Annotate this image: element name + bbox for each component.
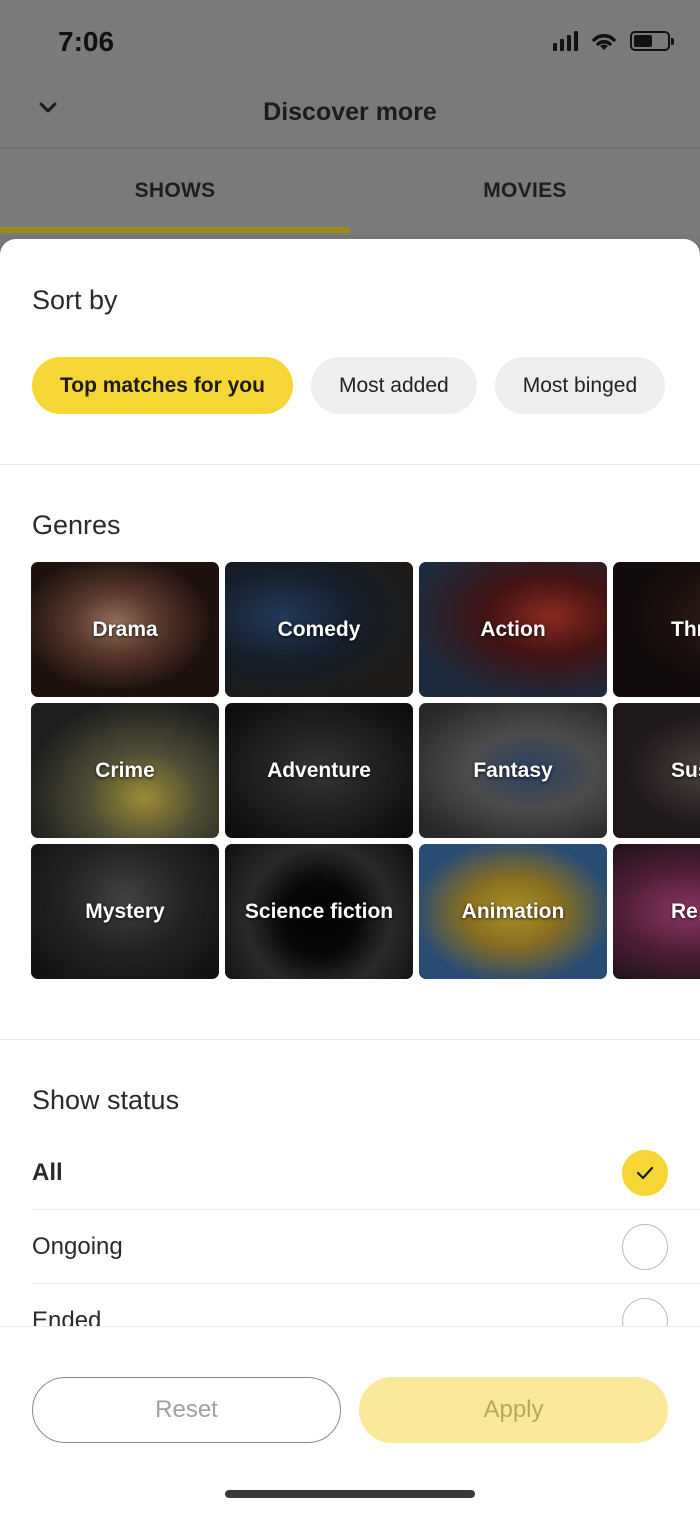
- sort-chip-top-matches[interactable]: Top matches for you: [32, 357, 293, 414]
- wifi-icon: [592, 34, 616, 50]
- sheet-footer: Reset Apply: [0, 1326, 700, 1514]
- status-option-ongoing[interactable]: Ongoing: [32, 1210, 700, 1284]
- genre-tile-adventure[interactable]: Adventure: [225, 703, 413, 838]
- status-option-all[interactable]: All: [32, 1136, 700, 1210]
- status-option-label: All: [32, 1158, 63, 1186]
- status-time: 7:06: [58, 26, 115, 57]
- genre-label: Re: [671, 899, 698, 923]
- genre-label: Susp: [671, 758, 700, 782]
- divider: [0, 1039, 700, 1040]
- genre-label: Science fiction: [244, 899, 394, 923]
- sort-chip-most-binged[interactable]: Most binged: [494, 357, 666, 414]
- genres-title: Genres: [32, 510, 121, 540]
- reset-button[interactable]: Reset: [32, 1377, 341, 1443]
- genre-tile-animation[interactable]: Animation: [419, 844, 607, 979]
- tab-movies[interactable]: MOVIES: [350, 149, 700, 235]
- genre-label: Crime: [95, 758, 155, 782]
- genre-tile-comedy[interactable]: Comedy: [225, 562, 413, 697]
- show-status-list: All Ongoing Ended: [32, 1136, 700, 1358]
- app-header: Discover more: [0, 80, 700, 148]
- genre-tile-action[interactable]: Action: [419, 562, 607, 697]
- home-indicator: [225, 1490, 475, 1498]
- divider: [0, 464, 700, 465]
- genre-tile-drama[interactable]: Drama: [31, 562, 219, 697]
- cellular-signal-icon: [553, 31, 578, 51]
- sort-chips: Top matches for you Most added Most bing…: [32, 357, 666, 414]
- filter-sheet: Sort by Top matches for you Most added M…: [0, 239, 700, 1514]
- genre-tile-crime[interactable]: Crime: [31, 703, 219, 838]
- sort-chip-most-added[interactable]: Most added: [310, 357, 477, 414]
- genre-label: Comedy: [277, 617, 361, 641]
- genre-label: Mystery: [85, 899, 165, 923]
- page-title: Discover more: [263, 98, 437, 126]
- show-status-title: Show status: [32, 1085, 180, 1115]
- status-bar: 7:06: [0, 0, 700, 80]
- genre-tile-mystery[interactable]: Mystery: [31, 844, 219, 979]
- battery-icon: [630, 31, 674, 51]
- tab-bar: SHOWS MOVIES: [0, 149, 700, 235]
- radio-empty-icon[interactable]: [622, 1223, 668, 1270]
- genre-label: Thr: [671, 617, 700, 641]
- genre-label: Drama: [92, 617, 158, 641]
- chips-fade: [660, 349, 700, 419]
- genre-label: Fantasy: [473, 758, 553, 782]
- genre-tile-fantasy[interactable]: Fantasy: [419, 703, 607, 838]
- genre-grid: Drama Comedy Action Thr Crime Adventure …: [31, 562, 700, 979]
- sort-by-title: Sort by: [32, 285, 118, 315]
- apply-button[interactable]: Apply: [359, 1377, 668, 1443]
- genre-tile-science-fiction[interactable]: Science fiction: [225, 844, 413, 979]
- genre-label: Adventure: [267, 758, 371, 782]
- status-option-label: Ongoing: [32, 1232, 123, 1260]
- genre-tile-reality[interactable]: Re: [613, 844, 700, 979]
- genre-tile-suspense[interactable]: Susp: [613, 703, 700, 838]
- genre-tile-thriller[interactable]: Thr: [613, 562, 700, 697]
- checkmark-icon[interactable]: [622, 1149, 668, 1196]
- genre-label: Action: [480, 617, 546, 641]
- genre-label: Animation: [461, 899, 565, 923]
- status-icons: [553, 30, 674, 52]
- tab-shows[interactable]: SHOWS: [0, 149, 350, 235]
